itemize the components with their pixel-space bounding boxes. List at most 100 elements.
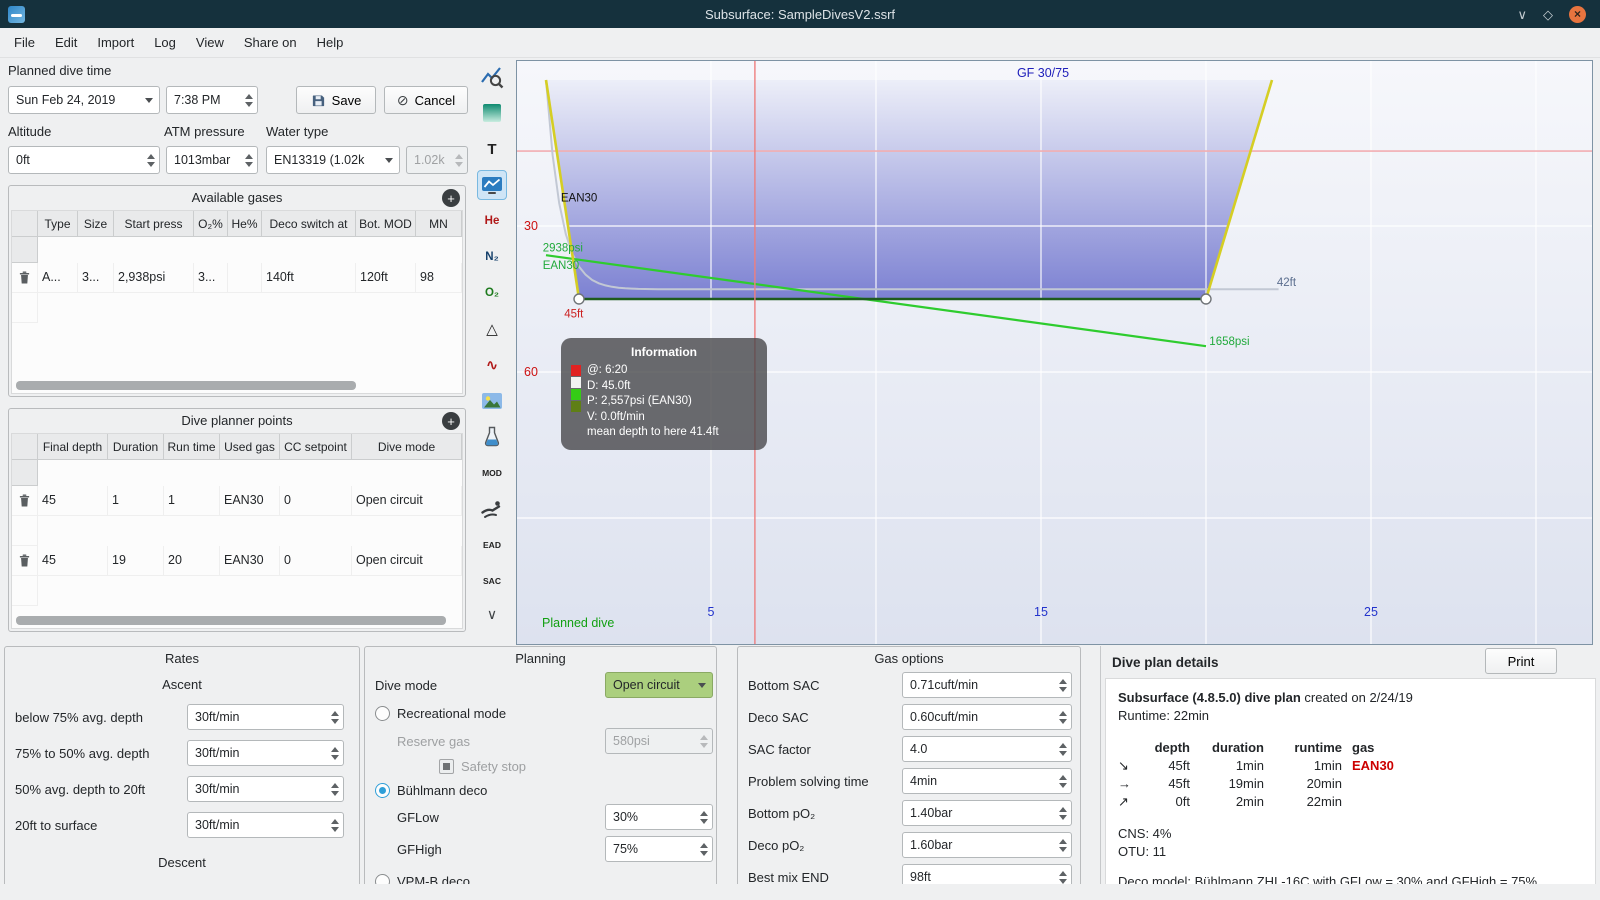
gas-option-spinner-up-arrow[interactable] bbox=[1058, 838, 1067, 844]
altitude-spinner-up-arrow[interactable] bbox=[146, 153, 155, 159]
vpmb-deco-radio[interactable] bbox=[375, 874, 390, 884]
gfhigh-spinner[interactable]: 75% bbox=[605, 836, 713, 862]
column-header-deco-switch-at[interactable]: Deco switch at bbox=[262, 211, 356, 237]
gases-hscrollbar[interactable] bbox=[16, 381, 356, 390]
buhlmann-deco-radio[interactable] bbox=[375, 783, 390, 798]
cell[interactable]: 0 bbox=[280, 546, 352, 576]
gflow-spinner-up-arrow[interactable] bbox=[699, 810, 708, 816]
menu-share-on[interactable]: Share on bbox=[234, 28, 307, 57]
date-picker[interactable]: Sun Feb 24, 2019 bbox=[8, 86, 160, 114]
gas-option-spinner[interactable]: 4.0 bbox=[902, 736, 1072, 762]
gfhigh-spinner-up-arrow[interactable] bbox=[699, 842, 708, 848]
dive-mode-combo[interactable]: Open circuit bbox=[605, 672, 713, 698]
gas-option-spinner-down-arrow[interactable] bbox=[1058, 878, 1067, 884]
ceiling-gradient-icon[interactable] bbox=[477, 98, 507, 128]
column-header-mn[interactable]: MN bbox=[416, 211, 462, 237]
cell[interactable]: 45 bbox=[38, 486, 108, 516]
gas-option-spinner-down-arrow[interactable] bbox=[1058, 814, 1067, 820]
gas-option-spinner-up-arrow[interactable] bbox=[1058, 870, 1067, 876]
cell[interactable]: 19 bbox=[108, 546, 164, 576]
rate-spinner-down-arrow[interactable] bbox=[330, 754, 339, 760]
rate-spinner[interactable]: 30ft/min bbox=[187, 704, 344, 730]
gas-option-spinner-up-arrow[interactable] bbox=[1058, 678, 1067, 684]
cell[interactable]: 0 bbox=[280, 486, 352, 516]
gas-option-spinner[interactable]: 1.40bar bbox=[902, 800, 1072, 826]
close-button[interactable]: × bbox=[1569, 5, 1586, 23]
water-type-combo[interactable]: EN13319 (1.02k bbox=[266, 146, 400, 174]
gas-option-spinner-up-arrow[interactable] bbox=[1058, 742, 1067, 748]
time-spinner[interactable]: 7:38 PM bbox=[166, 86, 258, 114]
column-header-type[interactable]: Type bbox=[38, 211, 78, 237]
gfhigh-spinner-down-arrow[interactable] bbox=[699, 850, 708, 856]
points-hscrollbar[interactable] bbox=[16, 616, 446, 625]
partial-pressure-n2-icon[interactable]: N₂ bbox=[477, 242, 507, 272]
mod-icon[interactable]: MOD bbox=[477, 458, 507, 488]
partial-pressure-o2-icon[interactable]: O₂ bbox=[477, 278, 507, 308]
dive-profile-chart[interactable]: EAN30 2938psi EAN30 45ft 42ft 1658psi 30 60 5 15 2… bbox=[516, 60, 1593, 645]
column-header-size[interactable]: Size bbox=[78, 211, 114, 237]
cell[interactable]: EAN30 bbox=[220, 546, 280, 576]
cell[interactable]: Open circuit bbox=[352, 486, 462, 516]
column-header-used-gas[interactable]: Used gas bbox=[220, 434, 280, 460]
column-header-start-press[interactable]: Start press bbox=[114, 211, 194, 237]
column-header-cc-setpoint[interactable]: CC setpoint bbox=[280, 434, 352, 460]
rate-spinner-down-arrow[interactable] bbox=[330, 790, 339, 796]
gas-option-spinner[interactable]: 98ft bbox=[902, 864, 1072, 884]
rate-spinner-up-arrow[interactable] bbox=[330, 746, 339, 752]
cancel-button[interactable]: ⊘ Cancel bbox=[384, 86, 468, 114]
gas-option-spinner-down-arrow[interactable] bbox=[1058, 686, 1067, 692]
delete-row-button[interactable] bbox=[12, 486, 38, 516]
column-header-final-depth[interactable]: Final depth bbox=[38, 434, 108, 460]
gas-option-spinner-up-arrow[interactable] bbox=[1058, 774, 1067, 780]
recreational-mode-radio[interactable] bbox=[375, 706, 390, 721]
rate-spinner[interactable]: 30ft/min bbox=[187, 740, 344, 766]
column-header-run-time[interactable]: Run time bbox=[164, 434, 220, 460]
rate-spinner-down-arrow[interactable] bbox=[330, 718, 339, 724]
atm-pressure-spinner-down-arrow[interactable] bbox=[244, 161, 253, 167]
diver-ndl-icon[interactable] bbox=[477, 494, 507, 524]
column-header-he[interactable]: He% bbox=[228, 211, 262, 237]
sac-icon[interactable]: SAC bbox=[477, 566, 507, 596]
cell[interactable]: 1 bbox=[108, 486, 164, 516]
chart-zoom-icon[interactable] bbox=[477, 62, 507, 92]
cell[interactable]: 2,938psi bbox=[114, 263, 194, 293]
gas-option-spinner-up-arrow[interactable] bbox=[1058, 710, 1067, 716]
delete-row-button[interactable] bbox=[12, 263, 38, 293]
cell[interactable]: 3... bbox=[78, 263, 114, 293]
save-button[interactable]: Save bbox=[296, 86, 376, 114]
column-header-o[interactable]: O₂% bbox=[194, 211, 228, 237]
gflow-spinner-down-arrow[interactable] bbox=[699, 818, 708, 824]
maximize-button[interactable]: ◇ bbox=[1543, 8, 1553, 21]
rate-spinner-up-arrow[interactable] bbox=[330, 818, 339, 824]
add-gas-button[interactable]: + bbox=[442, 189, 460, 207]
titlebar[interactable]: Subsurface: SampleDivesV2.ssrf ∨ ◇ × bbox=[0, 0, 1600, 28]
gas-option-spinner-down-arrow[interactable] bbox=[1058, 846, 1067, 852]
tissue-warning-icon[interactable]: △ bbox=[477, 314, 507, 344]
gas-option-spinner-down-arrow[interactable] bbox=[1058, 718, 1067, 724]
gas-option-spinner[interactable]: 0.71cuft/min bbox=[902, 672, 1072, 698]
panel-splitter[interactable] bbox=[1100, 646, 1101, 884]
gas-option-spinner[interactable]: 1.60bar bbox=[902, 832, 1072, 858]
cell[interactable]: 20 bbox=[164, 546, 220, 576]
ead-icon[interactable]: EAD bbox=[477, 530, 507, 560]
menu-help[interactable]: Help bbox=[307, 28, 354, 57]
delete-row-button[interactable] bbox=[12, 546, 38, 576]
menu-import[interactable]: Import bbox=[87, 28, 144, 57]
cell[interactable]: 3... bbox=[194, 263, 228, 293]
menu-file[interactable]: File bbox=[4, 28, 45, 57]
rate-spinner[interactable]: 30ft/min bbox=[187, 812, 344, 838]
print-button[interactable]: Print bbox=[1485, 648, 1557, 674]
cell[interactable]: 98 bbox=[416, 263, 462, 293]
column-header-bot-mod[interactable]: Bot. MOD bbox=[356, 211, 416, 237]
cell[interactable] bbox=[228, 263, 262, 293]
rate-spinner-up-arrow[interactable] bbox=[330, 710, 339, 716]
photos-icon[interactable] bbox=[477, 386, 507, 416]
rate-spinner-up-arrow[interactable] bbox=[330, 782, 339, 788]
time-spinner-up-arrow[interactable] bbox=[244, 93, 253, 99]
atm-pressure-spinner-up-arrow[interactable] bbox=[244, 153, 253, 159]
collapse-toolbar-chevron[interactable]: ∨ bbox=[487, 606, 497, 623]
atm-pressure-spinner[interactable]: 1013mbar bbox=[166, 146, 258, 174]
profile-display-icon[interactable] bbox=[477, 170, 507, 200]
cell[interactable]: Open circuit bbox=[352, 546, 462, 576]
partial-pressure-he-icon[interactable]: He bbox=[477, 206, 507, 236]
